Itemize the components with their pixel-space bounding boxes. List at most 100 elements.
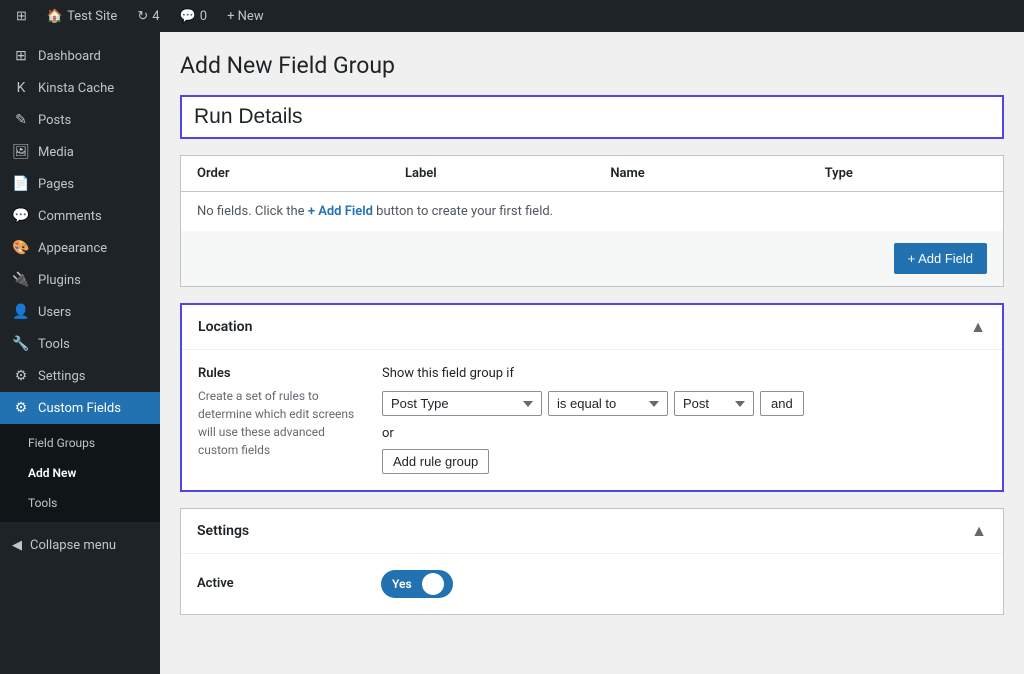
sidebar-item-settings[interactable]: ⚙ Settings — [0, 360, 160, 392]
sidebar-item-dashboard[interactable]: ⊞ Dashboard — [0, 40, 160, 72]
settings-title: Settings — [197, 523, 249, 539]
sidebar-item-custom-fields[interactable]: ⚙ Custom Fields — [0, 392, 160, 424]
sidebar-item-appearance[interactable]: 🎨 Appearance — [0, 232, 160, 264]
custom-fields-icon: ⚙ — [12, 400, 30, 416]
pages-icon: 📄 — [12, 176, 30, 192]
post-value-select[interactable]: Post — [674, 391, 754, 416]
sidebar-label-users: Users — [38, 305, 71, 320]
custom-fields-submenu: Field Groups Add New Tools — [0, 424, 160, 522]
tools-sub-label: Tools — [28, 496, 57, 510]
add-new-label: Add New — [28, 466, 76, 480]
sidebar-item-field-groups[interactable]: Field Groups — [0, 428, 160, 458]
comments-nav-icon: 💬 — [12, 208, 30, 224]
sidebar-label-comments: Comments — [38, 209, 102, 224]
appearance-icon: 🎨 — [12, 240, 30, 256]
fields-table: Order Label Name Type No fields. Click t… — [181, 156, 1003, 286]
field-group-title-wrapper — [180, 95, 1004, 155]
add-field-button[interactable]: + Add Field — [894, 243, 987, 274]
sidebar-item-add-new[interactable]: Add New — [0, 458, 160, 488]
condition-select[interactable]: is equal to — [548, 391, 668, 416]
rules-desc: Create a set of rules to determine which… — [198, 387, 358, 459]
admin-bar-site[interactable]: 🏠 Test Site — [39, 0, 125, 32]
sidebar-footer: ◀ Collapse menu — [0, 522, 160, 569]
active-toggle[interactable]: Yes — [381, 570, 453, 598]
col-order: Order — [181, 156, 389, 192]
sidebar-label-dashboard: Dashboard — [38, 49, 101, 64]
settings-icon: ⚙ — [12, 368, 30, 384]
new-label: + New — [227, 9, 264, 24]
rule-row: Post Type is equal to Post and — [382, 391, 986, 416]
admin-bar-new[interactable]: + New — [219, 0, 272, 32]
col-name: Name — [594, 156, 808, 192]
posts-icon: ✎ — [12, 112, 30, 128]
settings-body: Active Yes — [181, 554, 1003, 614]
sidebar-label-pages: Pages — [38, 177, 74, 192]
post-type-select[interactable]: Post Type — [382, 391, 542, 416]
users-icon: 👤 — [12, 304, 30, 320]
sidebar-label-plugins: Plugins — [38, 273, 81, 288]
sidebar-label-media: Media — [38, 145, 74, 160]
settings-panel: Settings ▲ Active Yes — [180, 508, 1004, 615]
col-label: Label — [389, 156, 594, 192]
and-button[interactable]: and — [760, 391, 804, 416]
add-rule-group-button[interactable]: Add rule group — [382, 449, 489, 474]
sidebar-item-kinsta-cache[interactable]: K Kinsta Cache — [0, 72, 160, 104]
updates-count: 4 — [152, 9, 159, 24]
location-rules-content: Show this field group if Post Type is eq… — [382, 366, 986, 474]
location-collapse-arrow[interactable]: ▲ — [970, 317, 986, 337]
admin-bar-comments[interactable]: 💬 0 — [172, 0, 216, 32]
sidebar-label-tools: Tools — [38, 337, 70, 352]
comments-count: 0 — [200, 9, 207, 24]
sidebar-label-appearance: Appearance — [38, 241, 107, 256]
add-field-highlight: + Add Field — [308, 204, 373, 219]
plugins-icon: 🔌 — [12, 272, 30, 288]
page-title: Add New Field Group — [180, 52, 1004, 79]
toggle-knob — [422, 573, 444, 595]
tools-icon: 🔧 — [12, 336, 30, 352]
collapse-arrow-icon: ◀ — [12, 538, 22, 553]
col-type: Type — [809, 156, 1003, 192]
comments-icon: 💬 — [180, 9, 196, 24]
sidebar-item-media[interactable]: 🖼 Media — [0, 136, 160, 168]
field-groups-label: Field Groups — [28, 436, 95, 450]
sidebar: ⊞ Dashboard K Kinsta Cache ✎ Posts 🖼 Med… — [0, 32, 160, 674]
sidebar-item-comments[interactable]: 💬 Comments — [0, 200, 160, 232]
site-name: Test Site — [67, 9, 117, 24]
location-panel: Location ▲ Rules Create a set of rules t… — [180, 303, 1004, 492]
collapse-menu-label: Collapse menu — [30, 538, 116, 553]
sidebar-item-users[interactable]: 👤 Users — [0, 296, 160, 328]
content-area: Add New Field Group Order Label Name Typ… — [160, 32, 1024, 674]
toggle-yes-label: Yes — [384, 574, 420, 594]
sidebar-item-tools-sub[interactable]: Tools — [0, 488, 160, 518]
admin-bar-updates[interactable]: ↻ 4 — [129, 0, 167, 32]
sidebar-item-posts[interactable]: ✎ Posts — [0, 104, 160, 136]
location-rules-label: Rules Create a set of rules to determine… — [198, 366, 358, 474]
settings-header: Settings ▲ — [181, 509, 1003, 554]
sidebar-item-plugins[interactable]: 🔌 Plugins — [0, 264, 160, 296]
collapse-menu-item[interactable]: ◀ Collapse menu — [0, 530, 160, 561]
or-text: or — [382, 426, 986, 441]
fields-table-panel: Order Label Name Type No fields. Click t… — [180, 155, 1004, 287]
sidebar-item-pages[interactable]: 📄 Pages — [0, 168, 160, 200]
rules-title: Rules — [198, 366, 358, 381]
settings-control-col: Yes — [381, 570, 987, 598]
sidebar-label-kinsta: Kinsta Cache — [38, 81, 114, 96]
media-icon: 🖼 — [12, 144, 30, 160]
location-title: Location — [198, 319, 252, 335]
sidebar-label-settings: Settings — [38, 369, 85, 384]
show-if-label: Show this field group if — [382, 366, 986, 381]
sidebar-label-posts: Posts — [38, 113, 71, 128]
wp-logo-icon: ⊞ — [16, 9, 27, 24]
settings-collapse-arrow[interactable]: ▲ — [971, 521, 987, 541]
add-field-cell: + Add Field — [181, 231, 1003, 286]
sidebar-item-tools[interactable]: 🔧 Tools — [0, 328, 160, 360]
kinsta-icon: K — [12, 80, 30, 96]
updates-icon: ↻ — [137, 9, 148, 24]
add-rule-group-wrapper: Add rule group — [382, 449, 986, 474]
no-fields-row: No fields. Click the + Add Field button … — [181, 192, 1003, 232]
home-icon: 🏠 — [47, 9, 63, 24]
field-group-title-input[interactable] — [180, 95, 1004, 139]
admin-bar-logo[interactable]: ⊞ — [8, 0, 35, 32]
admin-bar: ⊞ 🏠 Test Site ↻ 4 💬 0 + New — [0, 0, 1024, 32]
location-header: Location ▲ — [182, 305, 1002, 350]
